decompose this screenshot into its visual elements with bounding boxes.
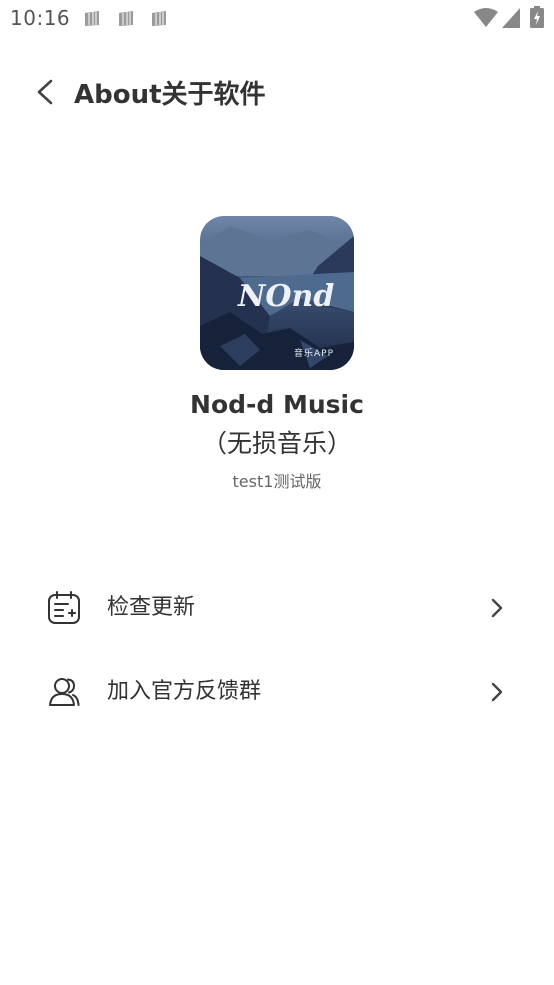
check-update-label: 检查更新 — [107, 595, 196, 620]
app-logo-text: NOnd — [237, 279, 334, 314]
battery-charging-icon — [530, 6, 544, 28]
back-arrow-icon — [37, 79, 53, 105]
page-title: About关于软件 — [74, 80, 266, 110]
app-name: Nod-d Music — [190, 390, 364, 419]
join-feedback-group-label: 加入官方反馈群 — [107, 679, 262, 704]
wifi-icon — [474, 8, 498, 27]
check-update-icon — [48, 591, 80, 624]
join-feedback-group-item[interactable]: 加入官方反馈群 — [30, 660, 524, 724]
notification-icon — [152, 11, 166, 26]
signal-icon — [502, 8, 520, 28]
chevron-right-icon — [491, 682, 503, 702]
header: About关于软件 — [0, 60, 554, 124]
status-time: 10:16 — [10, 6, 71, 30]
status-bar: 10:16 — [0, 0, 554, 38]
chevron-right-icon — [491, 598, 503, 618]
check-update-item[interactable]: 检查更新 — [30, 576, 524, 640]
app-logo-caption: 音乐APP — [294, 347, 334, 359]
app-version: test1测试版 — [232, 472, 322, 491]
app-logo: NOnd 音乐APP — [200, 216, 354, 370]
users-icon — [49, 678, 80, 706]
notification-icon — [85, 11, 99, 26]
notification-icon — [119, 11, 133, 26]
back-button[interactable] — [24, 70, 68, 114]
app-subtitle: （无损音乐） — [201, 429, 352, 458]
